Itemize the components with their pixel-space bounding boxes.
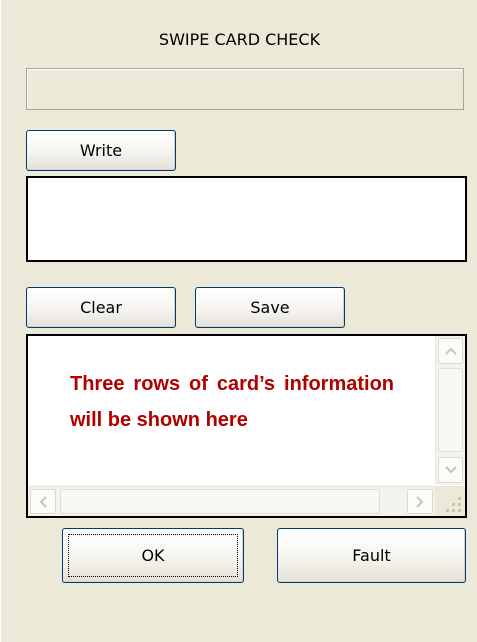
- card-info-text: Three rows of card’s information will be…: [70, 373, 394, 431]
- write-input-box[interactable]: [26, 176, 467, 262]
- ok-button[interactable]: OK: [62, 528, 244, 583]
- ok-label: OK: [68, 534, 238, 577]
- horizontal-scrollbar[interactable]: [28, 486, 435, 516]
- horizontal-scroll-thumb[interactable]: [60, 489, 380, 514]
- swipe-card-dialog: SWIPE CARD CHECK Write Clear Save Three …: [0, 0, 477, 642]
- chevron-left-icon[interactable]: [30, 489, 56, 514]
- vertical-scrollbar[interactable]: [435, 336, 465, 485]
- chevron-down-icon[interactable]: [438, 457, 463, 483]
- card-info-box[interactable]: Three rows of card’s information will be…: [26, 334, 467, 518]
- dialog-title: SWIPE CARD CHECK: [158, 30, 321, 49]
- chevron-right-icon[interactable]: [407, 489, 433, 514]
- clear-button[interactable]: Clear: [26, 287, 176, 328]
- save-button[interactable]: Save: [195, 287, 345, 328]
- vertical-scroll-thumb[interactable]: [438, 368, 463, 452]
- fault-button[interactable]: Fault: [277, 528, 466, 583]
- resize-grip-icon[interactable]: [435, 486, 465, 516]
- chevron-up-icon[interactable]: [438, 338, 463, 364]
- write-button[interactable]: Write: [26, 130, 176, 171]
- status-field: [26, 68, 464, 110]
